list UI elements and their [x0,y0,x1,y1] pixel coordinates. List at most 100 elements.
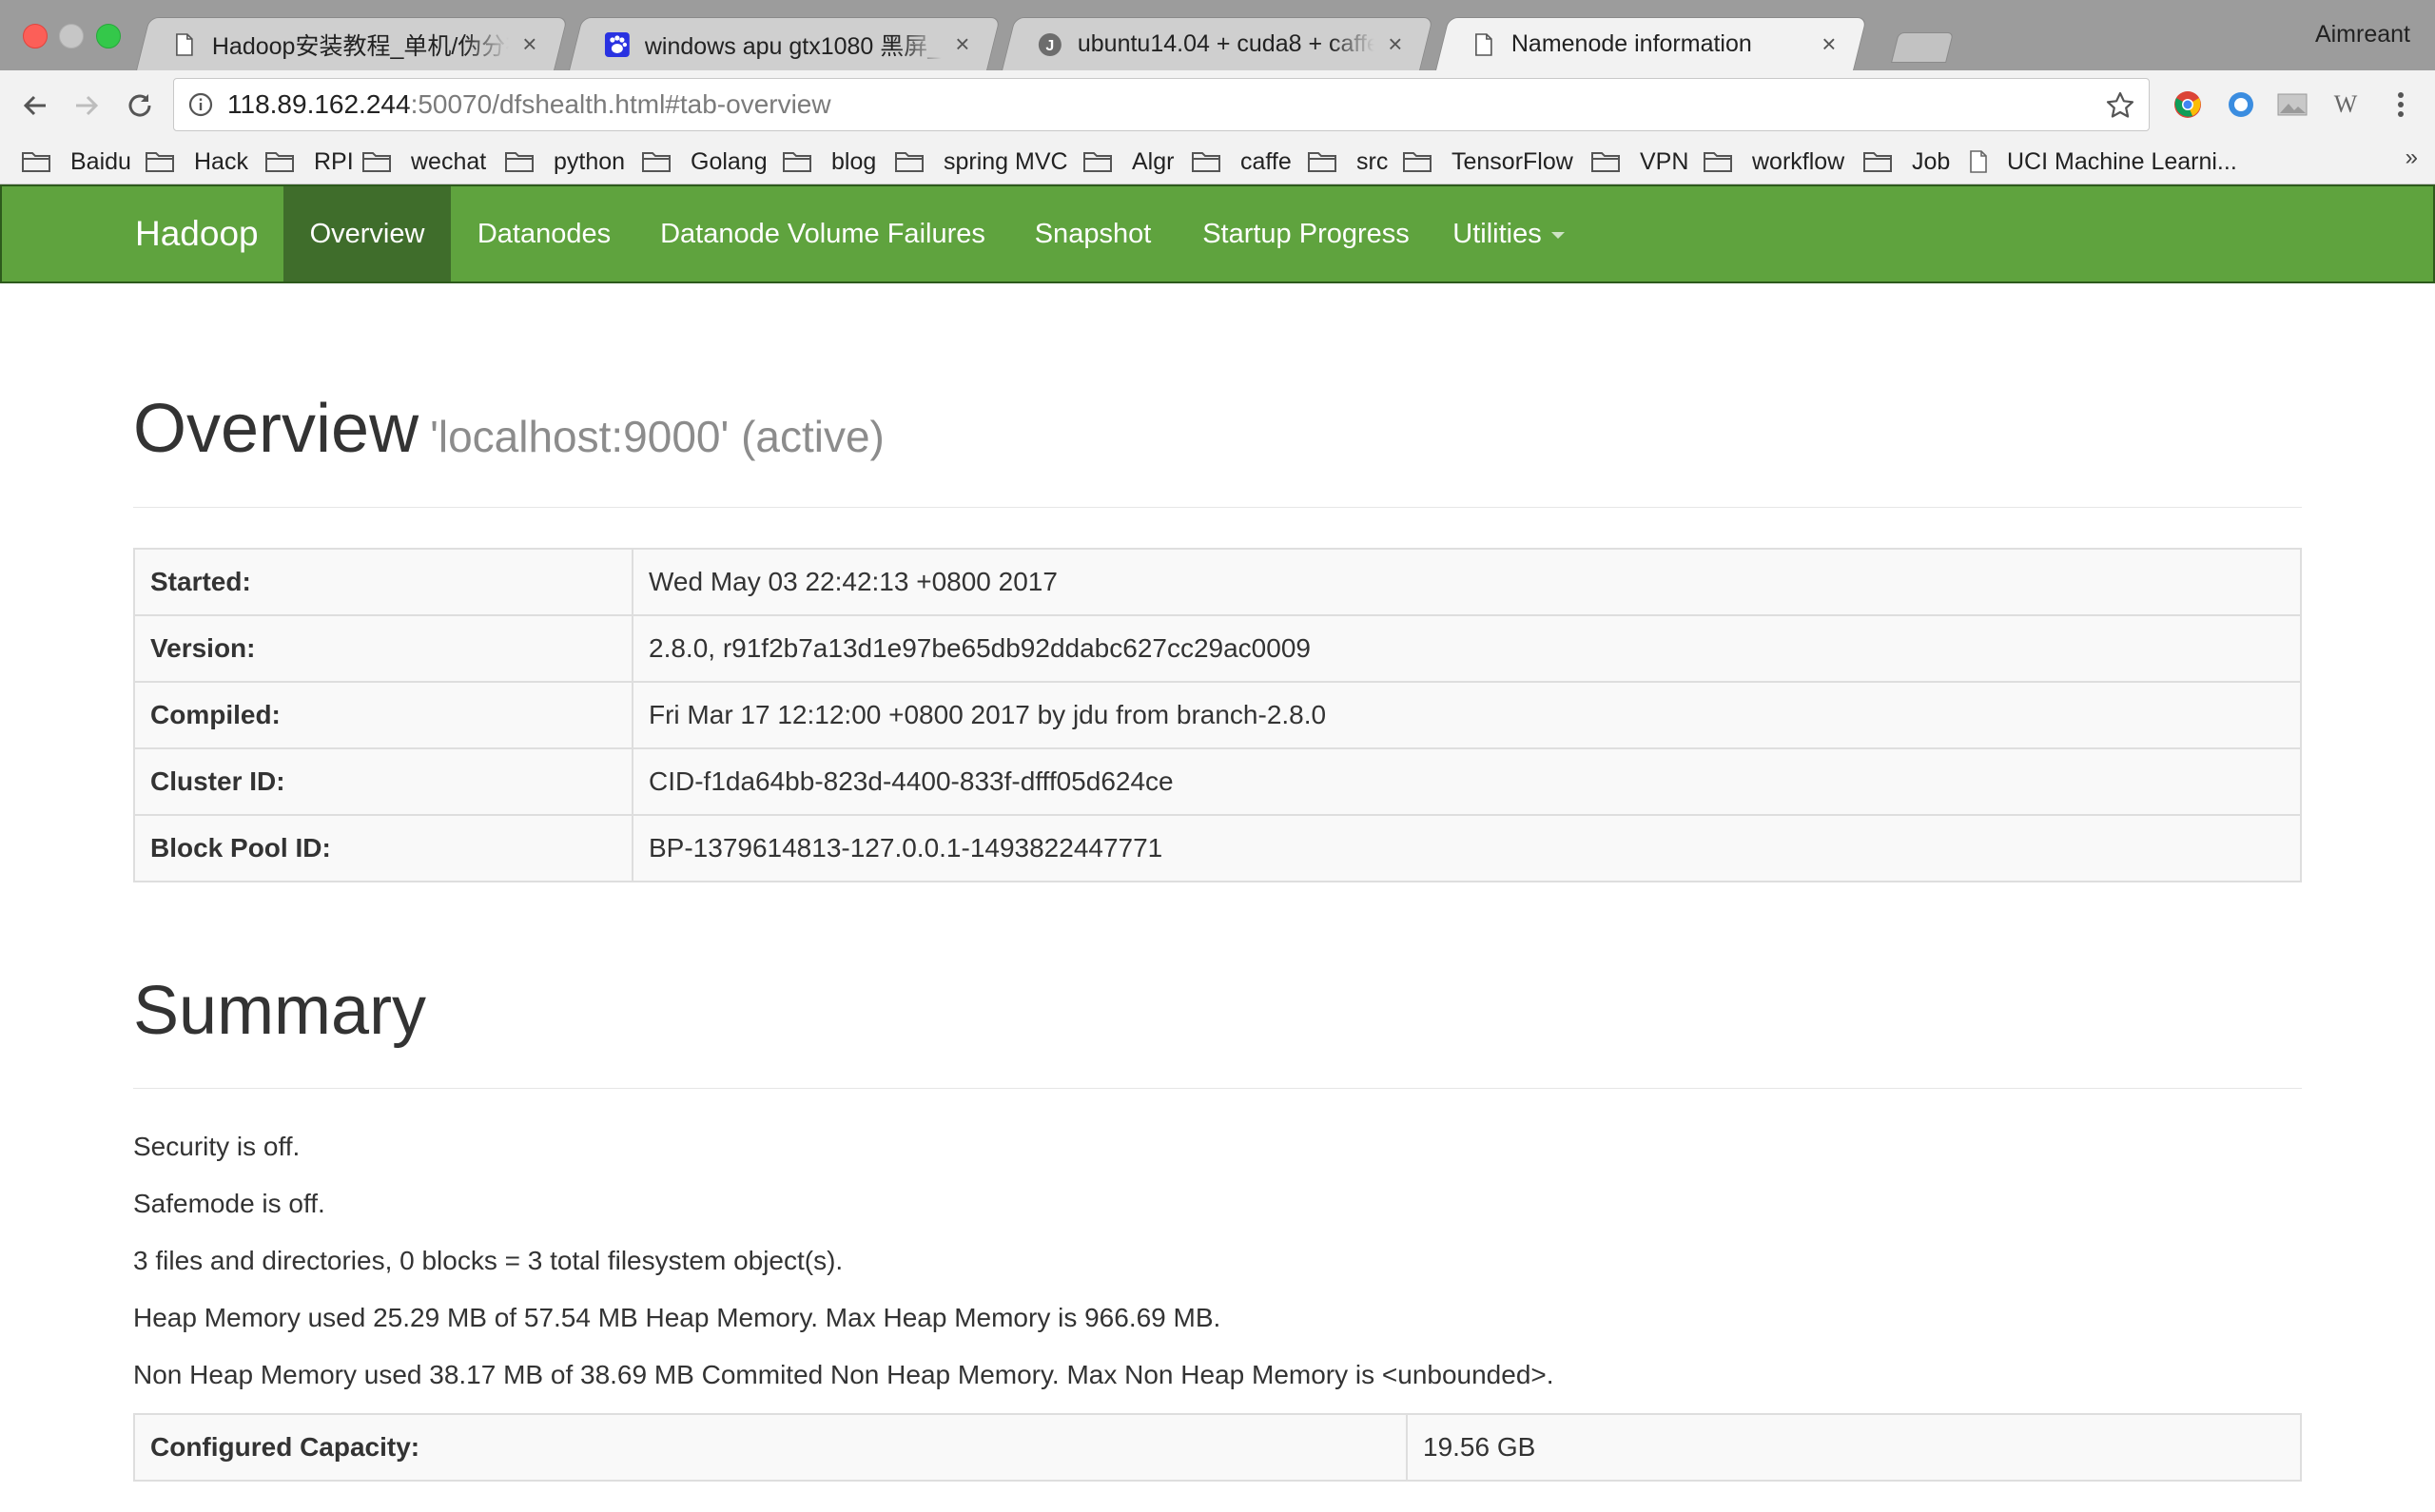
tab-title: Namenode information [1510,30,1752,57]
minimize-window-button[interactable] [59,24,84,48]
browser-tab-1[interactable]: Hadoop安装教程_单机/伪分布式 × [136,17,568,70]
bookmark-python[interactable]: python [504,145,625,179]
bookmark-label: Golang [691,147,768,175]
table-row: Configured Capacity: 19.56 GB [133,1413,2302,1482]
tab-title: Hadoop安装教程_单机/伪分布式 [211,32,509,60]
bookmark-label: Baidu [70,147,131,175]
bookmark-algr[interactable]: Algr [1082,145,1174,179]
bookmark-vpn[interactable]: VPN [1590,145,1688,179]
brand-logo[interactable]: Hadoop [135,186,259,281]
summary-heading: Summary [133,973,427,1049]
row-value: BP-1379614813-127.0.0.1-1493822447771 [632,814,2302,882]
safemode-status: Safemode is off. [133,1189,325,1218]
folder-icon [1590,149,1630,174]
nav-snapshot[interactable]: Snapshot [1008,186,1178,281]
folder-icon [504,149,544,174]
browser-tab-2[interactable]: windows apu gtx1080 黑屏_百度 × [569,17,1001,70]
browser-tab-active[interactable]: Namenode information × [1435,17,1867,70]
browser-tab-3[interactable]: J ubuntu14.04 + cuda8 + caffe × [1002,17,1433,70]
folder-icon [782,149,822,174]
bookmark-label: Job [1912,147,1951,175]
table-row: Started: Wed May 03 22:42:13 +0800 2017 [133,548,2302,616]
close-tab-icon[interactable]: × [518,29,541,59]
divider [133,507,2302,508]
row-key: Version: [133,614,633,683]
capacity-table: Configured Capacity: 19.56 GB [133,1413,2302,1482]
row-key: Block Pool ID: [133,814,633,882]
heap-memory: Heap Memory used 25.29 MB of 57.54 MB He… [133,1303,1221,1332]
page-title: Overview'localhost:9000' (active) [133,390,885,468]
row-key: Configured Capacity: [133,1413,1408,1482]
menu-dots-icon[interactable] [2384,87,2418,122]
bookmark-golang[interactable]: Golang [641,145,768,179]
w-extension-icon[interactable]: W [2328,87,2363,122]
nav-datanode-volume-failures[interactable]: Datanode Volume Failures [637,186,1008,281]
bookmark-baidu[interactable]: Baidu [21,145,131,179]
table-row: Cluster ID: CID-f1da64bb-823d-4400-833f-… [133,747,2302,816]
row-value: Fri Mar 17 12:12:00 +0800 2017 by jdu fr… [632,681,2302,749]
bookmark-label: Hack [194,147,248,175]
bookmark-star-icon[interactable] [2105,90,2135,126]
nav-datanodes[interactable]: Datanodes [451,186,637,281]
back-icon[interactable] [17,87,53,124]
folder-icon [1703,149,1743,174]
bookmark-label: VPN [1640,147,1689,175]
caret-down-icon [1550,231,1565,239]
more-bookmarks-button[interactable]: » [2406,145,2418,171]
bookmark-blog[interactable]: blog [782,145,876,179]
bookmark-label: spring MVC [944,147,1068,175]
bookmark-label: TensorFlow [1451,147,1573,175]
bookmark-spring-mvc[interactable]: spring MVC [894,145,1068,179]
close-tab-icon[interactable]: × [951,29,974,59]
folder-icon [1082,149,1122,174]
page-icon [1471,32,1496,57]
namenode-address: 'localhost:9000' (active) [430,412,885,461]
circle-extension-icon[interactable] [2224,87,2258,122]
folder-icon [21,149,61,174]
overview-table: Started: Wed May 03 22:42:13 +0800 2017 … [133,548,2302,882]
table-row: Compiled: Fri Mar 17 12:12:00 +0800 2017… [133,681,2302,749]
folder-icon [1191,149,1231,174]
row-key: Compiled: [133,681,633,749]
overview-heading: Overview [133,391,419,467]
nav-startup-progress[interactable]: Startup Progress [1178,186,1434,281]
row-value: CID-f1da64bb-823d-4400-833f-dfff05d624ce [632,747,2302,816]
info-icon[interactable] [187,91,214,118]
folder-icon [641,149,681,174]
close-tab-icon[interactable]: × [1818,29,1841,59]
bookmark-label: src [1356,147,1389,175]
bookmark-label: caffe [1240,147,1292,175]
bookmark-caffe[interactable]: caffe [1191,145,1292,179]
browser-tab-strip: Hadoop安装教程_单机/伪分布式 × windows apu gtx1080… [0,0,2435,70]
tab-title: ubuntu14.04 + cuda8 + caffe [1077,30,1374,57]
bookmark-wechat[interactable]: wechat [361,145,486,179]
profile-name[interactable]: Aimreant [2315,21,2410,48]
new-tab-button[interactable] [1891,32,1954,63]
bookmark-label: workflow [1752,147,1845,175]
bookmark-workflow[interactable]: workflow [1703,145,1844,179]
bookmark-label: Algr [1132,147,1175,175]
bookmark-job[interactable]: Job [1862,145,1950,179]
folder-icon [145,149,185,174]
browser-toolbar: 118.89.162.244:50070/dfshealth.html#tab-… [0,70,2435,141]
reload-icon[interactable] [122,87,158,124]
bookmark-hack[interactable]: Hack [145,145,248,179]
bookmark-label: blog [831,147,877,175]
chrome-extension-icon[interactable] [2171,87,2205,122]
divider [133,1088,2302,1089]
bookmark-rpi[interactable]: RPI [264,145,354,179]
address-bar[interactable]: 118.89.162.244:50070/dfshealth.html#tab-… [173,78,2150,131]
folder-icon [1307,149,1347,174]
nav-utilities-dropdown[interactable]: Utilities [1434,186,1583,281]
table-row: Version: 2.8.0, r91f2b7a13d1e97be65db92d… [133,614,2302,683]
forward-icon[interactable] [68,87,105,124]
nav-overview[interactable]: Overview [283,186,451,281]
close-window-button[interactable] [23,24,48,48]
image-extension-icon[interactable] [2275,87,2309,122]
close-tab-icon[interactable]: × [1384,29,1407,59]
maximize-window-button[interactable] [96,24,121,48]
bookmark-uci-machine-learni[interactable]: UCI Machine Learni... [1969,145,2237,179]
bookmark-tensorflow[interactable]: TensorFlow [1402,145,1573,179]
bookmark-label: RPI [314,147,354,175]
bookmark-src[interactable]: src [1307,145,1388,179]
